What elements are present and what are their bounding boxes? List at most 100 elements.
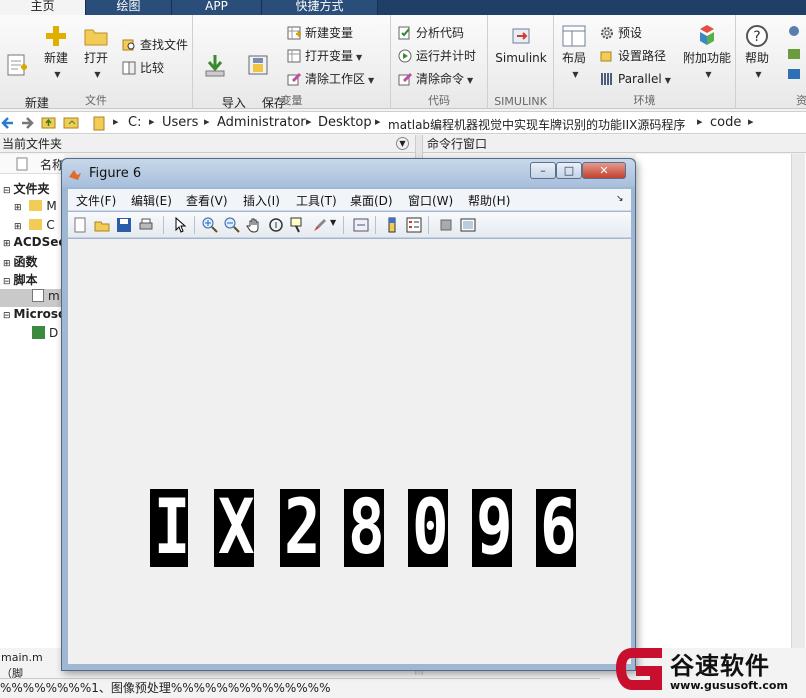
new-plus-icon: [46, 26, 66, 46]
hide-plot-tools-icon[interactable]: [438, 217, 454, 233]
help-button[interactable]: ? 帮助 ▼: [740, 23, 774, 82]
ribbon-tabbar: 主页 绘图 APP 快捷方式: [0, 0, 806, 15]
colorbar-icon[interactable]: [384, 217, 400, 233]
rotate-3d-icon[interactable]: [268, 217, 284, 233]
set-path-label: 设置路径: [618, 49, 667, 63]
column-header-row: 名称: [0, 154, 64, 174]
pan-hand-icon[interactable]: [246, 217, 262, 233]
forward-arrow-icon[interactable]: [20, 116, 34, 130]
menu-desktop[interactable]: 桌面(D): [350, 192, 393, 209]
breadcrumb-code[interactable]: code: [710, 115, 741, 130]
menu-file[interactable]: 文件(F): [76, 192, 116, 209]
save-icon[interactable]: [116, 217, 132, 233]
close-button[interactable]: ✕: [582, 162, 626, 179]
expand-icon[interactable]: ⊞: [3, 239, 11, 249]
tree-microsoft[interactable]: ⊟ Microso: [0, 307, 66, 321]
menu-insert[interactable]: 插入(I): [243, 192, 280, 209]
tree-script-main[interactable]: m: [0, 289, 64, 307]
clear-commands-button[interactable]: 清除命令 ▼: [398, 69, 473, 89]
tab-plots[interactable]: 绘图: [86, 0, 172, 15]
layout-icon: [562, 25, 586, 47]
legend-icon[interactable]: [406, 217, 422, 233]
menu-window[interactable]: 窗口(W): [408, 192, 453, 209]
compare-button[interactable]: 比较: [122, 58, 164, 78]
tree-acdsee[interactable]: ⊞ ACDSee: [0, 235, 67, 249]
set-path-button[interactable]: 设置路径: [600, 46, 666, 66]
run-and-time-button[interactable]: 运行并计时: [398, 46, 476, 66]
back-arrow-icon[interactable]: [1, 116, 15, 130]
print-icon[interactable]: [138, 217, 154, 233]
svg-text:?: ?: [753, 29, 760, 45]
show-plot-tools-icon[interactable]: [460, 217, 476, 233]
command-window[interactable]: [636, 154, 806, 648]
new-figure-icon[interactable]: [72, 217, 88, 233]
browse-folder-icon[interactable]: [63, 115, 81, 130]
tree-folder-c[interactable]: ⊞ C: [14, 218, 55, 232]
maximize-button[interactable]: □: [556, 162, 582, 179]
figure-canvas[interactable]: IX28096: [68, 239, 631, 664]
expand-icon[interactable]: ⊞: [14, 222, 22, 232]
open-variable-icon: [287, 49, 301, 63]
tab-shortcuts[interactable]: 快捷方式: [262, 0, 378, 15]
breadcrumb-users[interactable]: Users: [162, 115, 198, 130]
open-file-icon[interactable]: [94, 217, 110, 233]
new-variable-button[interactable]: 新建变量: [287, 23, 353, 43]
tree-functions[interactable]: ⊞ 函数: [0, 253, 38, 270]
tree-scripts[interactable]: ⊟ 脚本: [0, 271, 38, 288]
brush-icon[interactable]: [312, 217, 328, 233]
breadcrumb-desktop[interactable]: Desktop: [318, 115, 372, 130]
menu-tools[interactable]: 工具(T): [296, 192, 337, 209]
analyze-code-button[interactable]: 分析代码: [398, 23, 464, 43]
figure-window[interactable]: Figure 6 – □ ✕ 文件(F) 编辑(E) 查看(V) 插入(I) 工…: [61, 158, 636, 671]
breadcrumb-administrator[interactable]: Administrator: [217, 115, 306, 130]
toolbar-separator: [375, 216, 376, 234]
panel-actions-icon[interactable]: ▼: [396, 137, 409, 150]
command-window-scrollbar[interactable]: [791, 154, 805, 648]
tree-excel-file[interactable]: D: [32, 326, 58, 340]
open-button[interactable]: 打开 ▼: [80, 23, 112, 82]
menu-edit[interactable]: 编辑(E): [131, 192, 172, 209]
zoom-in-icon[interactable]: [202, 217, 218, 233]
expand-icon[interactable]: ⊞: [3, 259, 11, 269]
minimize-button[interactable]: –: [530, 162, 556, 179]
open-variable-button[interactable]: 打开变量 ▼: [287, 46, 362, 66]
parallel-button[interactable]: Parallel ▼: [600, 69, 671, 89]
find-files-button[interactable]: 查找文件: [122, 35, 188, 55]
pointer-icon[interactable]: [172, 217, 188, 233]
new-label: 新建: [43, 51, 68, 65]
tree-folder-m[interactable]: ⊞ M: [14, 199, 57, 213]
plate-char: 2: [284, 482, 321, 571]
collapse-icon[interactable]: ⊟: [3, 277, 11, 287]
new-button[interactable]: 新建 ▼: [40, 23, 72, 82]
figure-titlebar[interactable]: Figure 6 – □ ✕: [62, 159, 635, 187]
group-variable: 导入 数据 保存 工作区 新建变量 打开变量▼ 清除工作区▼ 变量: [193, 15, 391, 125]
tree-label: ACDSee: [13, 235, 67, 249]
preferences-button[interactable]: 预设: [600, 23, 642, 43]
tab-home[interactable]: 主页: [0, 0, 86, 15]
layout-button[interactable]: 布局 ▼: [558, 23, 590, 82]
current-folder-title: 当前文件夹: [2, 137, 63, 151]
menu-help[interactable]: 帮助(H): [468, 192, 510, 209]
zoom-out-icon[interactable]: [224, 217, 240, 233]
clear-workspace-label: 清除工作区: [305, 72, 366, 86]
tree-folders[interactable]: ⊟ 文件夹: [0, 180, 50, 197]
chevron-down-icon[interactable]: ▼: [330, 218, 336, 227]
clear-workspace-button[interactable]: 清除工作区 ▼: [287, 69, 374, 89]
data-cursor-icon[interactable]: [290, 217, 306, 233]
expand-icon[interactable]: ⊞: [14, 203, 22, 213]
clear-commands-icon: [398, 72, 412, 86]
collapse-icon[interactable]: ⊟: [3, 186, 11, 196]
community-icons[interactable]: [786, 23, 802, 83]
set-path-icon: [600, 51, 612, 62]
menu-view[interactable]: 查看(V): [186, 192, 228, 209]
breadcrumb-project[interactable]: matlab编程机器视觉中实现车牌识别的功能IIX源码程序: [388, 116, 685, 133]
watermark: 谷速软件 www.gususoft.com: [610, 640, 806, 697]
link-plot-icon[interactable]: [353, 217, 369, 233]
breadcrumb-c[interactable]: C:: [128, 115, 141, 130]
tab-apps[interactable]: APP: [172, 0, 262, 15]
menu-dock-arrow-icon[interactable]: ↘: [616, 194, 624, 204]
up-folder-icon[interactable]: [41, 115, 56, 130]
collapse-icon[interactable]: ⊟: [3, 311, 11, 321]
simulink-button[interactable]: Simulink: [493, 23, 549, 66]
addons-button[interactable]: 附加功能 ▼: [682, 23, 732, 82]
